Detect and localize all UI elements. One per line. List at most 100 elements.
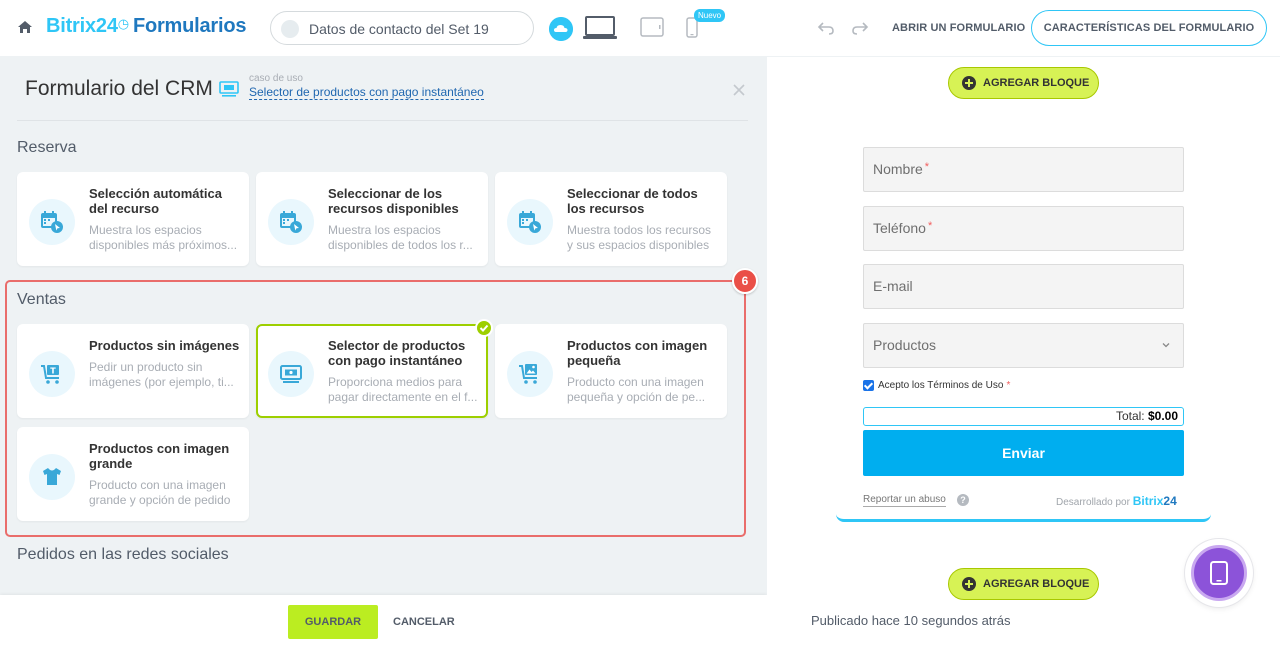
section-title-social-orders: Pedidos en las redes sociales (17, 546, 229, 563)
card-products-small-image[interactable]: Productos con imagen pequeña Producto co… (495, 324, 727, 418)
brand-logo[interactable]: Bitrix24◷ Formularios (46, 15, 247, 38)
cloud-icon[interactable] (549, 17, 573, 41)
payment-screen-icon (280, 365, 302, 383)
redo-icon[interactable] (851, 20, 869, 36)
form-preview: AGREGAR BLOQUE Nombre * Teléfono * E-mail … (767, 57, 1280, 646)
card-products-large-image[interactable]: Productos con imagen grande Producto con… (17, 427, 249, 521)
card-description: Producto con una imagen (89, 478, 226, 492)
save-button[interactable]: GUARDAR (288, 605, 378, 639)
card-title: Seleccionar de los recursos disponibles (328, 186, 459, 216)
card-description: Muestra todos los recursos (567, 223, 712, 237)
card-title: Productos con imagen grande (89, 441, 230, 471)
field-label: Productos (873, 337, 937, 353)
plus-icon (962, 76, 976, 90)
total-label: Total: (1115, 409, 1145, 423)
help-icon[interactable]: ? (957, 494, 969, 506)
bitrix-logo-text: Bitrix (1132, 494, 1164, 508)
brand-clock-icon: ◷ (117, 16, 129, 31)
card-icon-wrap (268, 199, 314, 245)
card-description: disponibles más próximos... (89, 238, 238, 252)
card-description: Proporciona medios para (328, 375, 463, 389)
card-title: Selector de productos con pago instantán… (328, 338, 466, 368)
cart-icon: T (41, 365, 59, 384)
plus-icon (962, 577, 976, 591)
step-number-badge: 6 (732, 268, 758, 294)
card-icon-wrap (268, 351, 314, 397)
payment-screen-icon (219, 81, 239, 97)
usecase-link[interactable]: Selector de productos con pago instantán… (249, 85, 484, 100)
add-block-button[interactable]: AGREGAR BLOQUE (948, 67, 1099, 99)
card-products-no-images[interactable]: T Productos sin imágenes Pedir un produc… (17, 324, 249, 418)
form-features-button[interactable]: CARACTERÍSTICAS DEL FORMULARIO (1031, 10, 1267, 46)
products-select[interactable]: Productos (863, 323, 1184, 368)
tablet-icon (1210, 561, 1228, 585)
bitrix-logo[interactable]: Bitrix24 (1133, 494, 1177, 508)
close-icon[interactable] (733, 84, 745, 96)
preview-bottom-edge (836, 514, 1211, 522)
card-description: disponibles de todos los r... (328, 238, 473, 252)
calendar-cursor-icon (41, 211, 63, 233)
phone-field[interactable]: Teléfono * (863, 206, 1184, 251)
footer-bar: GUARDAR CANCELAR (0, 595, 767, 646)
card-all-resources[interactable]: Seleccionar de todos los recursos Muestr… (495, 172, 727, 266)
card-title: Seleccionar de todos los recursos (567, 186, 698, 216)
form-selector[interactable]: Datos de contacto del Set 19 (270, 11, 534, 45)
panel-title: Formulario del CRM (25, 77, 213, 100)
bitrix-logo-number: 24 (1163, 494, 1177, 508)
card-title: Productos con imagen pequeña (567, 338, 708, 368)
card-title: Productos sin imágenes (89, 338, 240, 353)
published-status: Publicado hace 10 segundos atrás (811, 613, 1011, 628)
powered-by: Desarrollado por Bitrix24 (1056, 494, 1177, 508)
top-bar: Bitrix24◷ Formularios Datos de contacto d… (0, 0, 1280, 57)
open-form-link[interactable]: ABRIR UN FORMULARIO (892, 22, 1025, 34)
card-description: grande y opción de pedido (89, 493, 231, 507)
selected-check-icon (475, 319, 493, 337)
add-block-label: AGREGAR BLOQUE (983, 77, 1090, 89)
card-description: imágenes (por ejemplo, ti... (89, 375, 234, 389)
required-mark: * (1006, 380, 1011, 391)
brand-forms: Formularios (132, 15, 247, 37)
brand-b24: Bitrix24 (46, 15, 118, 37)
card-icon-wrap: T (29, 351, 75, 397)
name-field[interactable]: Nombre * (863, 147, 1184, 192)
send-button[interactable]: Enviar (863, 430, 1184, 476)
desktop-view-icon[interactable] (583, 15, 617, 41)
card-auto-resource[interactable]: Selección automática del recurso Muestra… (17, 172, 249, 266)
total-display: Total: $0.00 (863, 407, 1184, 426)
field-label: E-mail (873, 278, 913, 294)
powered-by-label: Desarrollado por (1056, 497, 1130, 508)
svg-text:T: T (50, 367, 56, 376)
card-description: Muestra los espacios (89, 223, 202, 237)
mobile-preview-button[interactable] (1185, 539, 1253, 607)
terms-checkbox[interactable] (863, 380, 874, 391)
card-icon-wrap (29, 454, 75, 500)
card-description: Producto con una imagen (567, 375, 704, 389)
tshirt-icon (43, 468, 61, 485)
card-available-resources[interactable]: Seleccionar de los recursos disponibles … (256, 172, 488, 266)
terms-checkbox-row[interactable]: Acepto los Términos de Uso * (863, 380, 1010, 391)
tablet-view-icon[interactable] (640, 17, 664, 37)
add-block-button-bottom[interactable]: AGREGAR BLOQUE (948, 568, 1099, 600)
required-mark: * (927, 220, 933, 232)
card-description: Pedir un producto sin (89, 360, 203, 374)
undo-icon[interactable] (817, 20, 835, 36)
cancel-button[interactable]: CANCELAR (393, 616, 455, 628)
form-selector-label: Datos de contacto del Set 19 (309, 21, 489, 37)
email-field[interactable]: E-mail (863, 264, 1184, 309)
required-mark: * (924, 161, 930, 173)
home-icon[interactable] (17, 19, 33, 35)
card-instant-payment-selector[interactable]: Selector de productos con pago instantán… (256, 319, 493, 418)
chevron-down-icon (1162, 343, 1170, 348)
calendar-cursor-icon (519, 211, 541, 233)
cart-image-icon (519, 364, 537, 384)
form-type-panel: Formulario del CRM caso de uso Selector … (0, 57, 767, 646)
calendar-cursor-icon (280, 211, 302, 233)
divider (17, 120, 748, 121)
field-label: Nombre (873, 161, 923, 177)
card-icon-wrap (29, 199, 75, 245)
report-abuse-link[interactable]: Reportar un abuso (863, 494, 946, 507)
total-value: $0.00 (1147, 409, 1178, 423)
card-description: Muestra los espacios (328, 223, 441, 237)
card-icon-wrap (507, 351, 553, 397)
card-description: y sus espacios disponibles (567, 238, 710, 252)
